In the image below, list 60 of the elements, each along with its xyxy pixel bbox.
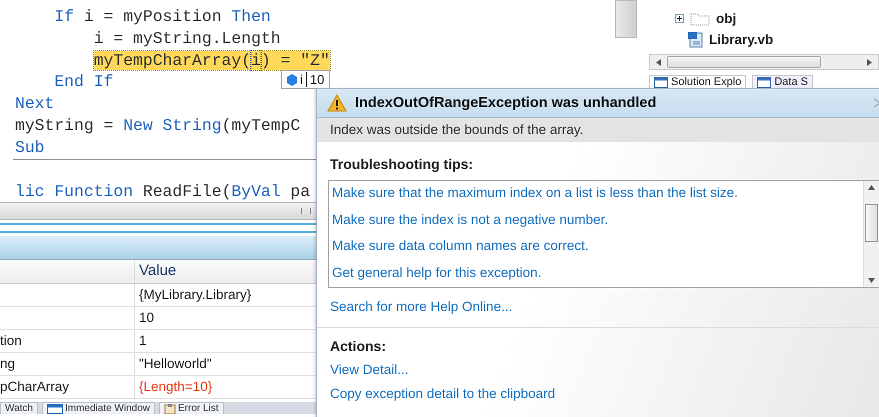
hovered-variable[interactable]: i [251,50,261,70]
code-token: New String [123,116,222,135]
code-token: i = myPosition [84,7,222,26]
window-icon [757,76,772,88]
scrollbar[interactable] [615,0,637,38]
code-token: ReadFile( [142,182,232,202]
variable-name: pCharArray [0,379,70,394]
clipboard-icon [164,404,176,414]
section-heading: Actions: [330,338,387,356]
action-link[interactable]: Copy exception detail to the clipboard [330,382,879,406]
tip-link[interactable]: Get general help for this exception. [332,260,863,287]
help-link[interactable]: Search for more Help Online... [330,296,879,318]
code-token: pa [290,182,310,202]
tip-link[interactable]: Make sure that the maximum index on a list is less than the list size. [332,181,863,208]
code-token: (myTempC [222,116,300,135]
code-token: i = myString.Length [94,28,281,48]
panel-tab[interactable]: Immediate Window [42,402,155,414]
highlighted-code: myTempCharArray( [94,50,252,70]
gem-icon [287,74,297,86]
action-link[interactable]: View Detail... [330,358,879,382]
variable-name: ng [0,356,16,371]
scrollbar[interactable] [863,181,879,287]
scroll-up-icon[interactable] [868,185,875,190]
code-token: Then [231,7,271,26]
variable-value: {Length=10} [139,379,212,394]
file-icon [687,31,703,48]
tip-name: i [300,72,303,87]
code-token: myString = [15,116,114,135]
close-icon[interactable] [873,98,879,108]
panel-tab[interactable]: Watch [0,402,38,414]
tip-value: 10 [310,72,324,87]
scrollbar[interactable] [649,54,879,70]
warning-icon [327,94,347,112]
code-token: End If [54,72,114,92]
tip-link[interactable]: Make sure data column names are correct. [332,234,863,260]
folder-icon [690,12,710,26]
expand-icon[interactable] [675,14,684,23]
panel-tab[interactable]: Error List [159,402,224,414]
code-token: lic Function [15,182,134,202]
variable-value: "Helloworld" [139,356,212,371]
tree-item[interactable]: Library.vb [709,32,774,47]
tree-item[interactable]: obj [716,11,736,26]
panel-tab[interactable]: Solution Explo [649,75,746,89]
variable-name: tion [0,333,22,348]
variable-value: {MyLibrary.Library} [139,287,252,302]
panel-tab[interactable]: Data S [752,75,813,89]
code-token: Next [15,94,54,114]
variable-value: 10 [139,310,154,325]
code-token: Sub [15,138,45,157]
code-token: ByVal [231,182,281,202]
window-icon [46,404,63,414]
window-icon [654,76,668,88]
dialog-title: IndexOutOfRangeException was unhandled [355,95,656,111]
variable-value: 1 [139,333,147,348]
scroll-down-icon[interactable] [868,278,875,283]
tip-link[interactable]: Make sure the index is not a negative number. [332,208,863,234]
error-message: Index was outside the bounds of the array. [317,118,879,142]
section-heading: Troubleshooting tips: [330,156,474,174]
highlighted-code: ) = "Z" [260,50,330,70]
code-token: If [54,7,74,26]
